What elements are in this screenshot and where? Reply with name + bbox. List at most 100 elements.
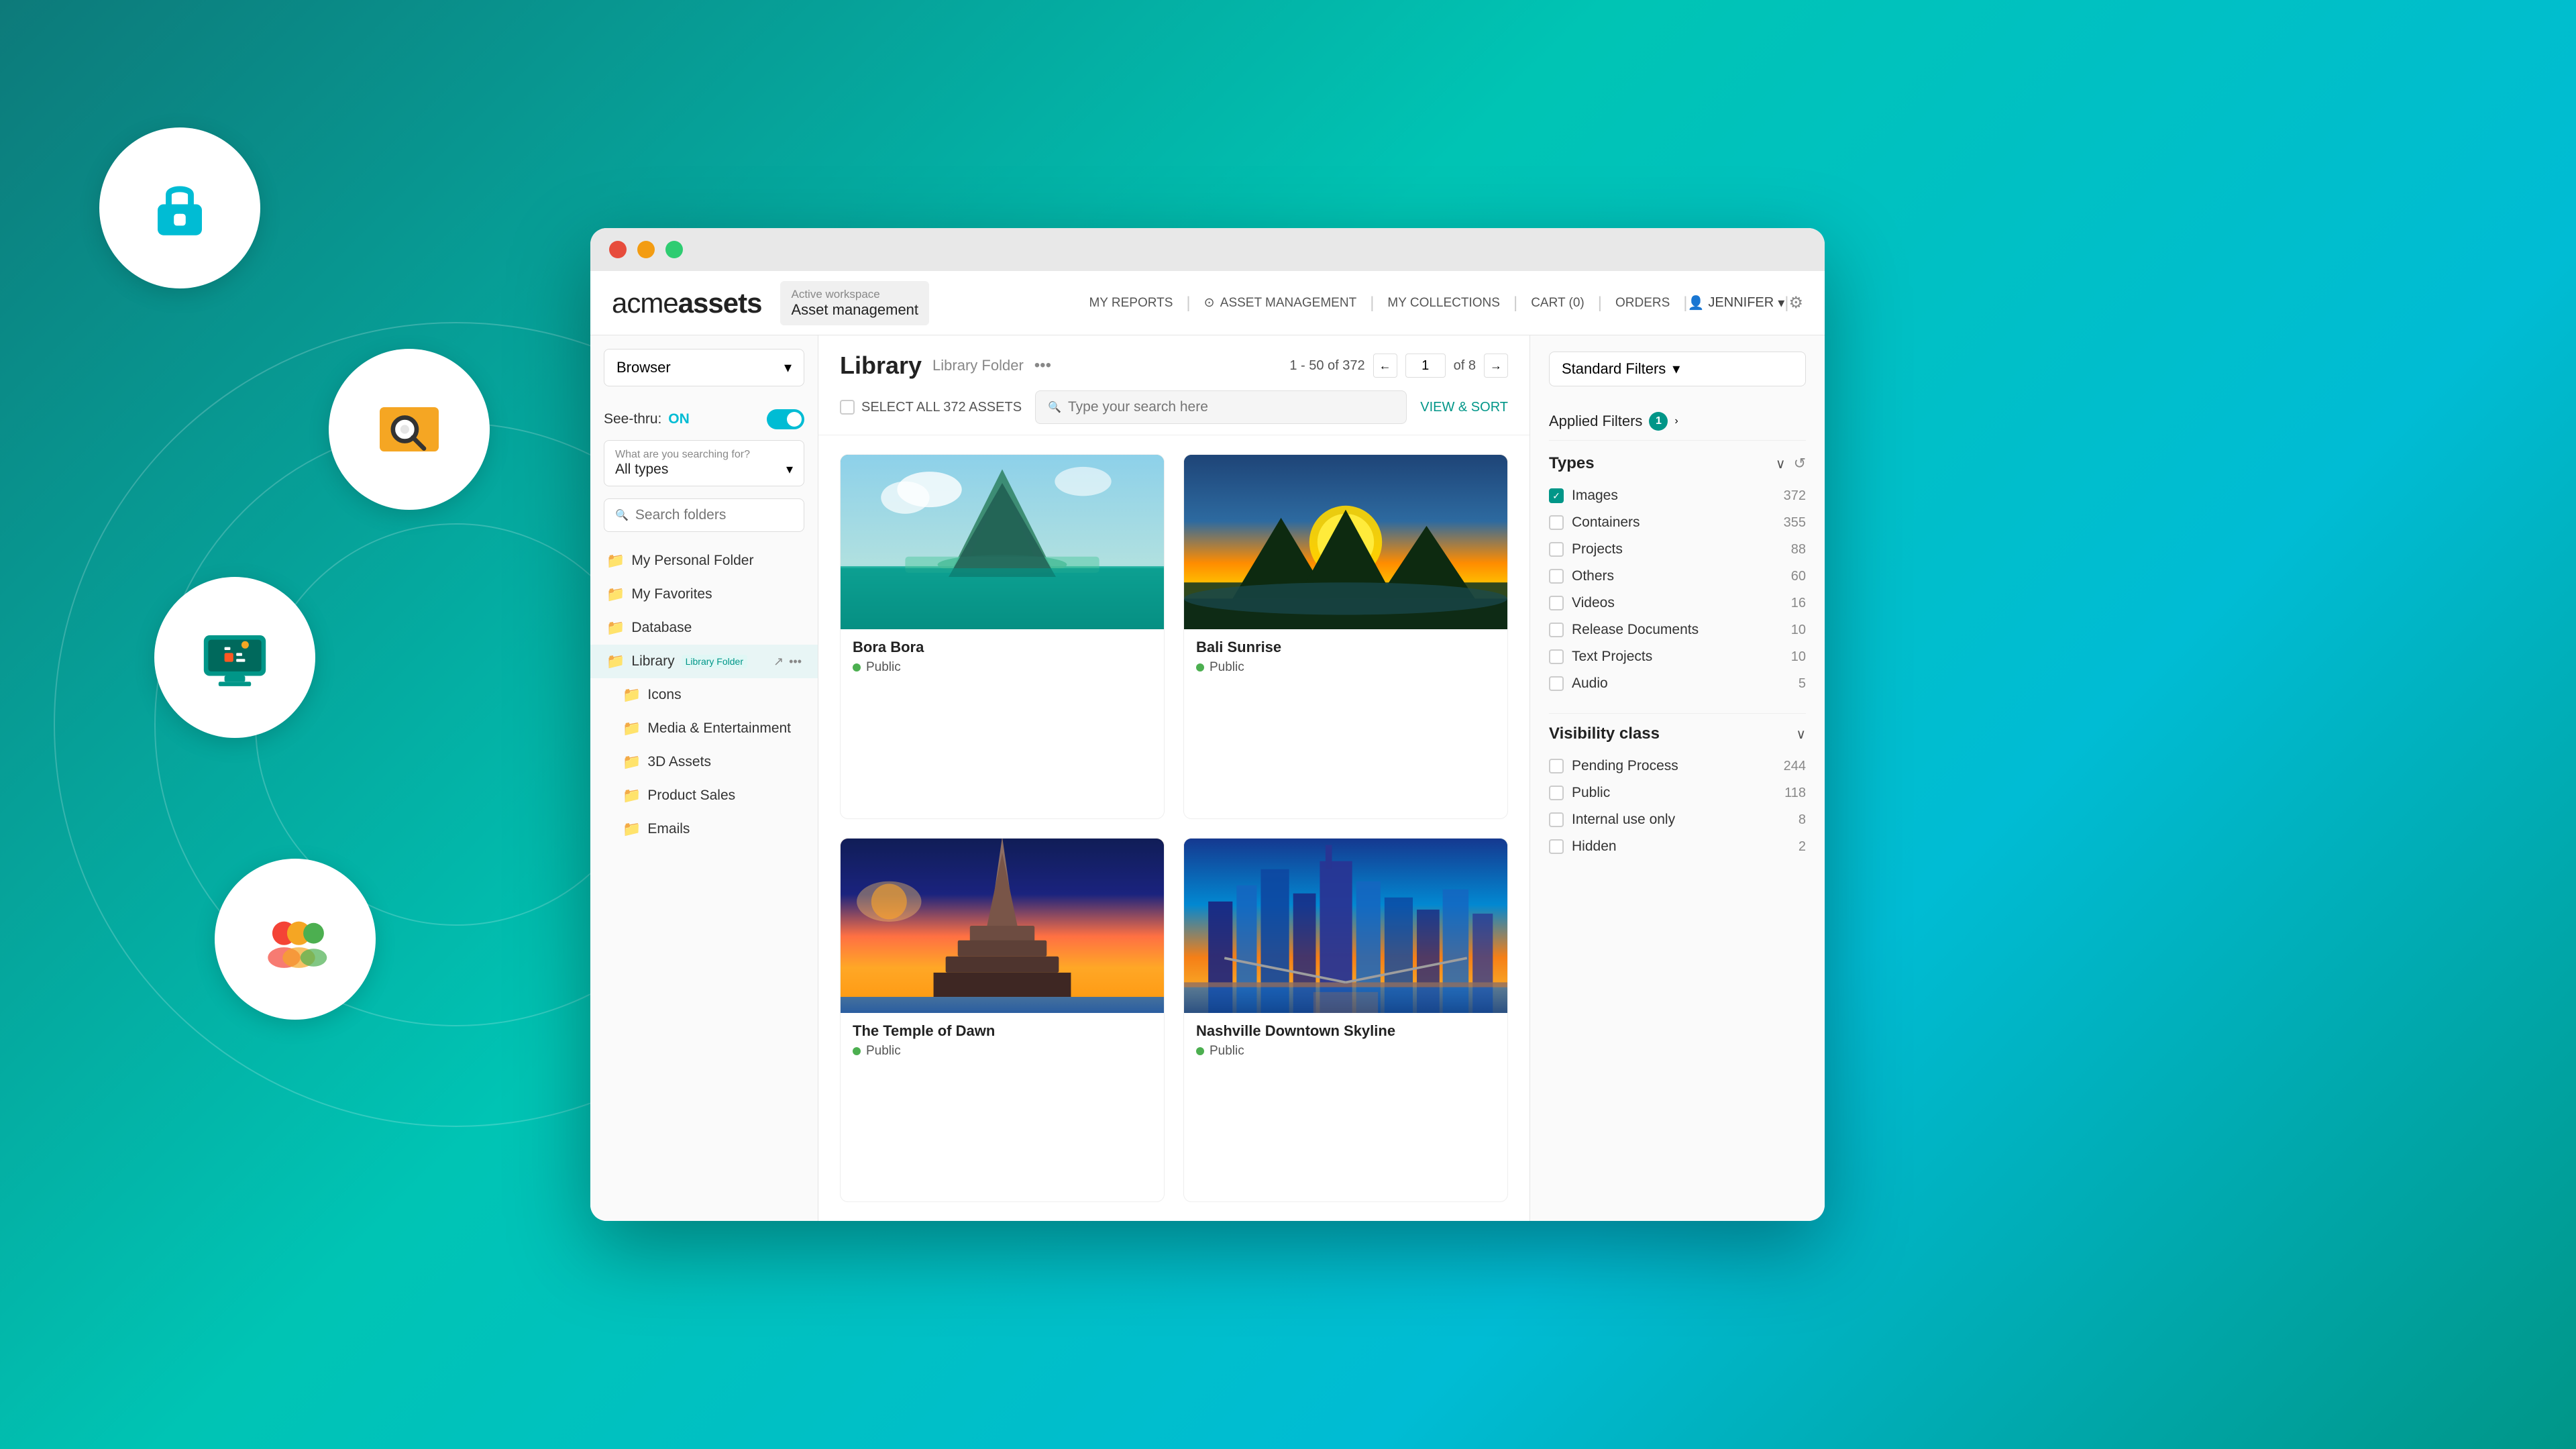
asset-status: Public	[1196, 1044, 1495, 1059]
folder-item-library[interactable]: 📁 Library Library Folder ↗ •••	[590, 645, 818, 678]
folder-more-icon[interactable]: •••	[789, 655, 802, 669]
folder-item-product-sales[interactable]: 📁 Product Sales	[606, 779, 818, 812]
release-docs-checkbox[interactable]	[1549, 623, 1564, 637]
workspace-selector[interactable]: Active workspace Asset management	[780, 281, 929, 325]
close-traffic-light[interactable]	[609, 241, 627, 258]
status-dot	[853, 1047, 861, 1055]
content-more-icon[interactable]: •••	[1034, 356, 1051, 375]
folder-tree: 📁 My Personal Folder 📁 My Favorites 📁 Da…	[590, 544, 818, 846]
folder-link-icon[interactable]: ↗	[773, 655, 784, 669]
folder-item-personal[interactable]: 📁 My Personal Folder	[590, 544, 818, 578]
minimize-traffic-light[interactable]	[637, 241, 655, 258]
folder-item-emails[interactable]: 📁 Emails	[606, 812, 818, 846]
videos-checkbox[interactable]	[1549, 596, 1564, 610]
types-reset-icon[interactable]: ↺	[1794, 455, 1806, 472]
browser-dropdown[interactable]: Browser ▾	[604, 349, 804, 386]
chevron-down-icon: ▾	[786, 461, 793, 478]
filter-item-audio[interactable]: Audio 5	[1549, 670, 1806, 697]
nav-my-collections[interactable]: MY COLLECTIONS	[1374, 296, 1513, 311]
main-content: Library Library Folder ••• 1 - 50 of 372…	[818, 335, 1529, 1221]
nav-asset-management[interactable]: ⊙ ASSET MANAGEMENT	[1191, 295, 1371, 311]
folder-item-media[interactable]: 📁 Media & Entertainment	[606, 712, 818, 745]
types-section-header[interactable]: Types ∨ ↺	[1549, 454, 1806, 473]
folder-icon: 📁	[623, 753, 641, 771]
folder-item-database[interactable]: 📁 Database	[590, 611, 818, 645]
search-type-dropdown[interactable]: What are you searching for? All types ▾	[604, 440, 804, 486]
filter-item-release-docs[interactable]: Release Documents 10	[1549, 616, 1806, 643]
content-header: Library Library Folder ••• 1 - 50 of 372…	[818, 335, 1529, 435]
filter-item-public[interactable]: Public 118	[1549, 780, 1806, 806]
filter-item-videos[interactable]: Videos 16	[1549, 590, 1806, 616]
pagination-range: 1 - 50 of 372	[1289, 358, 1364, 374]
filter-item-others[interactable]: Others 60	[1549, 563, 1806, 590]
nav-links: MY REPORTS | ⊙ ASSET MANAGEMENT | MY COL…	[1075, 293, 1803, 313]
public-checkbox[interactable]	[1549, 786, 1564, 800]
asset-info-bali: Bali Sunrise Public	[1184, 629, 1507, 684]
images-checkbox[interactable]	[1549, 488, 1564, 503]
asset-thumbnail-bora-bora	[841, 455, 1164, 629]
asset-status: Public	[1196, 660, 1495, 675]
folder-icon: 📁	[606, 552, 625, 570]
see-thru-toggle[interactable]	[767, 409, 804, 429]
types-filter-section: Types ∨ ↺ Images 372 Con	[1549, 454, 1806, 697]
filter-header: Standard Filters ▾	[1549, 352, 1806, 386]
filter-item-images[interactable]: Images 372	[1549, 482, 1806, 509]
maximize-traffic-light[interactable]	[665, 241, 683, 258]
view-sort-button[interactable]: VIEW & SORT	[1420, 400, 1508, 415]
applied-filters-row[interactable]: Applied Filters 1 ›	[1549, 402, 1806, 441]
asset-card-temple[interactable]: The Temple of Dawn Public	[840, 838, 1165, 1203]
nav-orders[interactable]: ORDERS	[1602, 296, 1683, 311]
sidebar: Browser ▾ See-thru: ON What are you sear…	[590, 335, 818, 1221]
asset-card-bora-bora[interactable]: Bora Bora Public	[840, 454, 1165, 819]
text-projects-checkbox[interactable]	[1549, 649, 1564, 664]
search-icon: 🔍	[1048, 400, 1061, 414]
filter-item-pending[interactable]: Pending Process 244	[1549, 753, 1806, 780]
pagination: 1 - 50 of 372 ← of 8 →	[1289, 354, 1508, 378]
content-subtitle: Library Folder	[932, 357, 1024, 374]
standard-filters-dropdown[interactable]: Standard Filters ▾	[1549, 352, 1806, 386]
filter-item-containers[interactable]: Containers 355	[1549, 509, 1806, 536]
folder-item-3d[interactable]: 📁 3D Assets	[606, 745, 818, 779]
filter-item-projects[interactable]: Projects 88	[1549, 536, 1806, 563]
internal-checkbox[interactable]	[1549, 812, 1564, 827]
nav-my-reports[interactable]: MY REPORTS	[1075, 296, 1186, 311]
asset-status: Public	[853, 660, 1152, 675]
asset-grid: Bora Bora Public	[818, 435, 1529, 1221]
projects-checkbox[interactable]	[1549, 542, 1564, 557]
asset-name: Bora Bora	[853, 639, 1152, 656]
folder-item-icons[interactable]: 📁 Icons	[606, 678, 818, 712]
settings-icon[interactable]: ⚙	[1788, 293, 1803, 313]
visibility-section-header[interactable]: Visibility class ∨	[1549, 724, 1806, 743]
folder-search-box[interactable]: 🔍	[604, 498, 804, 532]
filter-item-hidden[interactable]: Hidden 2	[1549, 833, 1806, 860]
asset-search-input[interactable]	[1068, 399, 1394, 415]
containers-checkbox[interactable]	[1549, 515, 1564, 530]
folder-search-input[interactable]	[635, 507, 793, 523]
app-logo: acmeassets	[612, 287, 761, 319]
asset-card-bali[interactable]: Bali Sunrise Public	[1183, 454, 1508, 819]
asset-thumbnail-nashville	[1184, 839, 1507, 1013]
asset-search-bar[interactable]: 🔍	[1035, 390, 1407, 424]
prev-page-button[interactable]: ←	[1373, 354, 1397, 378]
total-pages: of 8	[1454, 358, 1476, 374]
asset-card-nashville[interactable]: Nashville Downtown Skyline Public	[1183, 838, 1508, 1203]
browser-window: acmeassets Active workspace Asset manage…	[590, 228, 1825, 1221]
filter-item-internal[interactable]: Internal use only 8	[1549, 806, 1806, 833]
select-all-checkbox[interactable]	[840, 400, 855, 415]
folder-item-favorites[interactable]: 📁 My Favorites	[590, 578, 818, 611]
next-page-button[interactable]: →	[1484, 354, 1508, 378]
asset-info-temple: The Temple of Dawn Public	[841, 1013, 1164, 1068]
audio-checkbox[interactable]	[1549, 676, 1564, 691]
asset-info-bora-bora: Bora Bora Public	[841, 629, 1164, 684]
select-all-button[interactable]: SELECT ALL 372 ASSETS	[840, 400, 1022, 415]
nav-cart[interactable]: CART (0)	[1517, 296, 1598, 311]
pending-checkbox[interactable]	[1549, 759, 1564, 773]
workspace-label: Active workspace	[791, 288, 918, 301]
filter-panel: Standard Filters ▾ Applied Filters 1 › T…	[1529, 335, 1825, 1221]
page-number-input[interactable]	[1405, 354, 1446, 378]
hidden-checkbox[interactable]	[1549, 839, 1564, 854]
nav-user[interactable]: 👤 JENNIFER ▾	[1688, 294, 1785, 311]
see-thru-label: See-thru: ON	[604, 411, 690, 427]
others-checkbox[interactable]	[1549, 569, 1564, 584]
filter-item-text-projects[interactable]: Text Projects 10	[1549, 643, 1806, 670]
